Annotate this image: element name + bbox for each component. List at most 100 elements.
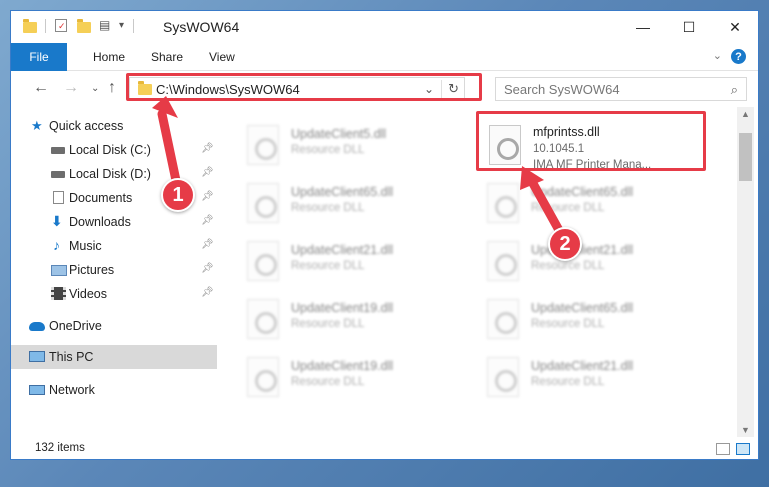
folder-icon[interactable] xyxy=(23,19,37,33)
list-item[interactable]: UpdateClient19.dll Resource DLL xyxy=(247,295,477,343)
window-title: SysWOW64 xyxy=(163,19,240,35)
file-type: Resource DLL xyxy=(531,318,605,330)
callout-badge-2: 2 xyxy=(548,227,582,261)
dll-file-icon xyxy=(247,357,279,397)
sidebar-item-music[interactable]: ♪ Music 📌︎ xyxy=(11,235,217,257)
sidebar-item-quick-access[interactable]: ★ Quick access xyxy=(11,115,217,137)
sidebar-item-local-disk-c[interactable]: Local Disk (C:) 📌︎ xyxy=(11,139,217,161)
up-arrow-icon[interactable]: ↑ xyxy=(108,79,116,97)
list-item[interactable]: UpdateClient65.dll Resource DLL xyxy=(487,179,717,227)
divider xyxy=(45,19,46,33)
scroll-down-icon[interactable]: ▼ xyxy=(741,425,750,435)
forward-arrow-icon[interactable]: → xyxy=(63,79,79,97)
tab-home[interactable]: Home xyxy=(93,43,125,71)
file-type: Resource DLL xyxy=(531,202,605,214)
file-type: Resource DLL xyxy=(291,260,365,272)
pin-icon[interactable]: 📌︎ xyxy=(201,287,214,298)
minimize-button[interactable]: — xyxy=(620,11,666,43)
divider xyxy=(133,19,134,33)
sidebar-item-label: Quick access xyxy=(49,119,124,133)
file-type: Resource DLL xyxy=(291,202,365,214)
file-name: UpdateClient65.dll xyxy=(291,185,394,199)
sidebar-item-label: Local Disk (C:) xyxy=(69,143,151,157)
list-item[interactable]: UpdateClient19.dll Resource DLL xyxy=(247,353,477,401)
maximize-button[interactable]: ☐ xyxy=(666,11,712,43)
pin-icon[interactable]: 📌︎ xyxy=(201,167,214,178)
new-folder-icon[interactable] xyxy=(77,19,91,33)
cloud-icon xyxy=(29,322,45,331)
dll-file-icon xyxy=(487,241,519,281)
sidebar-item-pictures[interactable]: Pictures 📌︎ xyxy=(11,259,217,281)
item-count: 132 items xyxy=(35,442,85,454)
sidebar-item-label: Network xyxy=(49,383,95,397)
list-item[interactable]: UpdateClient21.dll Resource DLL xyxy=(487,237,717,285)
vertical-scrollbar[interactable]: ▲ ▼ xyxy=(737,107,754,437)
search-box[interactable]: Search SysWOW64 ⌕ xyxy=(495,77,747,101)
close-button[interactable]: ✕ xyxy=(712,11,758,43)
pin-icon[interactable]: 📌︎ xyxy=(201,239,214,250)
search-input[interactable]: Search SysWOW64 xyxy=(504,82,620,97)
network-icon xyxy=(29,385,45,395)
ribbon-tabs: File Home Share View ⌄ ? xyxy=(11,43,758,71)
chevron-down-icon[interactable]: ▾ xyxy=(119,20,124,31)
pin-icon[interactable]: 📌︎ xyxy=(201,215,214,226)
music-icon: ♪ xyxy=(53,237,60,253)
file-name: UpdateClient21.dll xyxy=(531,243,634,257)
list-item[interactable]: UpdateClient21.dll Resource DLL xyxy=(487,353,717,401)
list-item[interactable]: UpdateClient65.dll Resource DLL xyxy=(487,295,717,343)
pin-icon[interactable]: 📌︎ xyxy=(201,191,214,202)
computer-icon xyxy=(29,351,45,362)
file-name: UpdateClient21.dll xyxy=(291,243,394,257)
customize-toolbar-icon[interactable]: ▤ xyxy=(99,18,110,32)
back-arrow-icon[interactable]: ← xyxy=(33,79,49,97)
dll-file-icon xyxy=(247,125,279,165)
tab-share[interactable]: Share xyxy=(151,43,183,71)
downloads-icon: ⬇ xyxy=(51,213,63,229)
properties-icon[interactable]: ✓ xyxy=(55,19,67,32)
dll-file-icon xyxy=(487,299,519,339)
file-name: UpdateClient65.dll xyxy=(531,301,634,315)
sidebar-item-network[interactable]: Network xyxy=(11,379,217,401)
large-icons-view-icon[interactable] xyxy=(736,443,750,455)
dll-file-icon xyxy=(487,357,519,397)
dll-file-icon xyxy=(247,183,279,223)
recent-locations-icon[interactable]: ⌄ xyxy=(91,83,99,94)
file-type: Resource DLL xyxy=(531,260,605,272)
address-highlight-box xyxy=(126,73,482,101)
file-name: UpdateClient21.dll xyxy=(531,359,634,373)
pin-icon[interactable]: 📌︎ xyxy=(201,143,214,154)
details-view-icon[interactable] xyxy=(716,443,730,455)
file-name: UpdateClient19.dll xyxy=(291,301,394,315)
file-name: UpdateClient19.dll xyxy=(291,359,394,373)
file-type: Resource DLL xyxy=(291,376,365,388)
drive-icon xyxy=(51,147,65,154)
help-icon[interactable]: ? xyxy=(731,49,746,64)
list-item[interactable]: UpdateClient5.dll Resource DLL xyxy=(247,121,477,169)
file-name: UpdateClient5.dll xyxy=(291,127,387,141)
pin-icon[interactable]: 📌︎ xyxy=(201,263,214,274)
tab-file[interactable]: File xyxy=(11,43,67,71)
expand-ribbon-icon[interactable]: ⌄ xyxy=(713,49,722,62)
sidebar-item-label: Music xyxy=(69,239,102,253)
file-name: UpdateClient65.dll xyxy=(531,185,634,199)
sidebar-item-videos[interactable]: Videos 📌︎ xyxy=(11,283,217,305)
sidebar-item-label: This PC xyxy=(49,350,94,364)
scroll-thumb[interactable] xyxy=(739,133,752,181)
tab-view[interactable]: View xyxy=(209,43,235,71)
sidebar-item-label: Local Disk (D:) xyxy=(69,167,151,181)
sidebar-item-this-pc[interactable]: This PC xyxy=(11,345,217,369)
videos-icon xyxy=(51,287,66,300)
search-icon[interactable]: ⌕ xyxy=(731,82,738,98)
scroll-up-icon[interactable]: ▲ xyxy=(741,109,750,119)
sidebar-item-onedrive[interactable]: OneDrive xyxy=(11,315,217,337)
file-highlight-box xyxy=(476,111,706,171)
sidebar-item-label: Videos xyxy=(69,287,107,301)
file-type: Resource DLL xyxy=(291,318,365,330)
sidebar-item-downloads[interactable]: ⬇ Downloads 📌︎ xyxy=(11,211,217,233)
dll-file-icon xyxy=(247,241,279,281)
file-type: Resource DLL xyxy=(291,144,365,156)
status-bar: 132 items xyxy=(11,437,758,459)
list-item[interactable]: UpdateClient21.dll Resource DLL xyxy=(247,237,477,285)
sidebar-item-label: Pictures xyxy=(69,263,115,277)
list-item[interactable]: UpdateClient65.dll Resource DLL xyxy=(247,179,477,227)
